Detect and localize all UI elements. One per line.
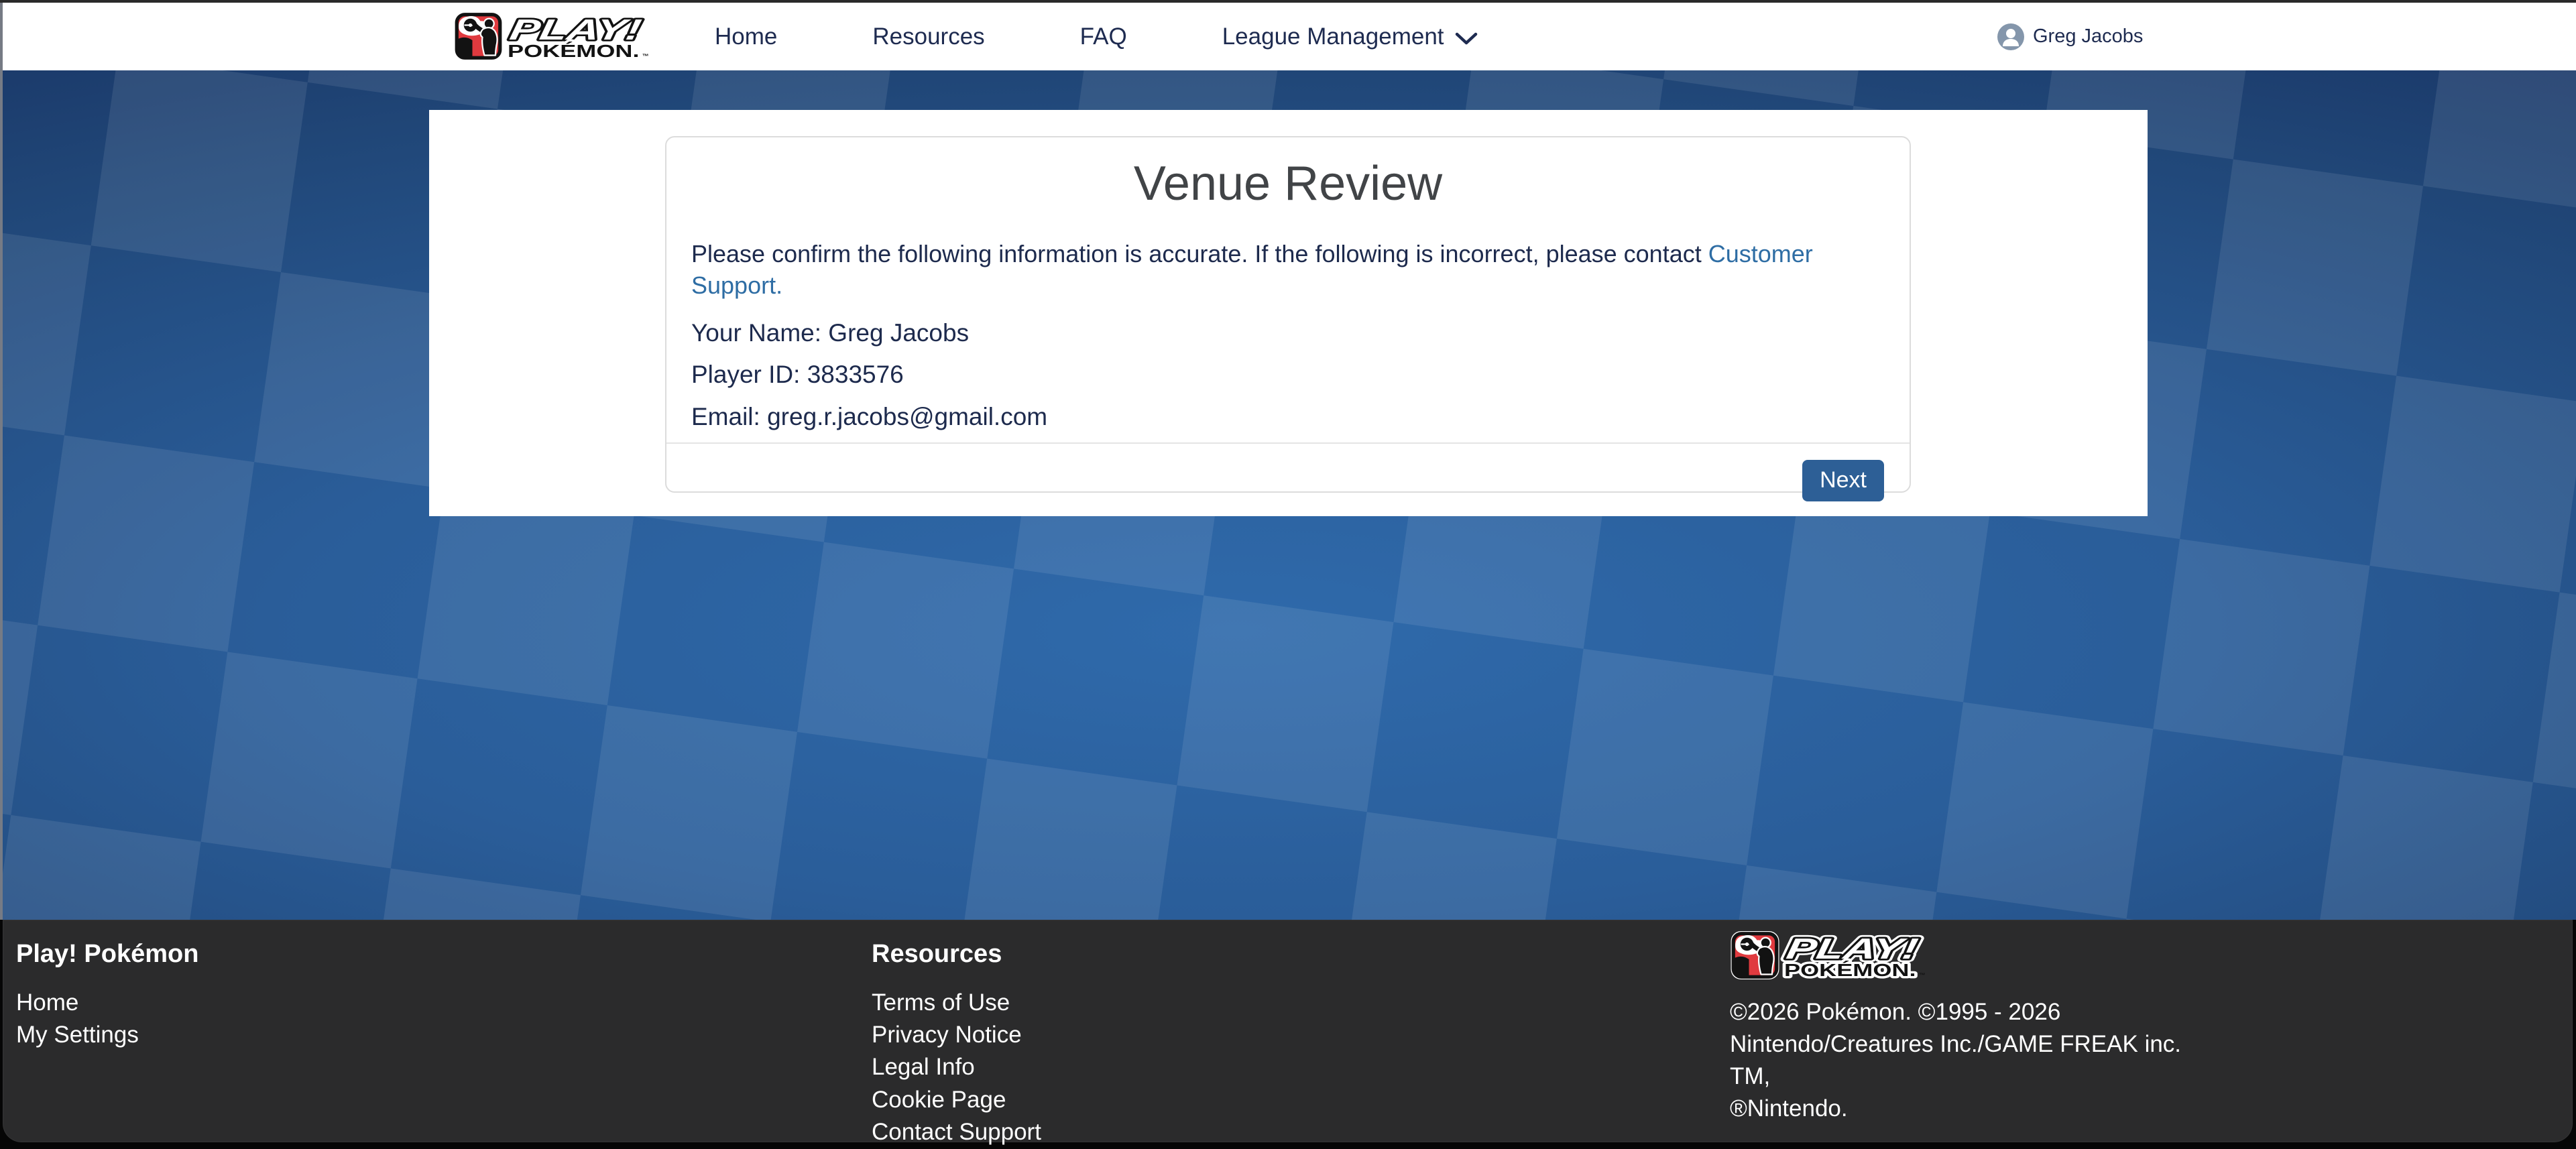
logo-pokemon-text: POKÉMON. [508,42,640,61]
player-info: Your Name: Greg Jacobs Player ID: 383357… [691,317,1885,432]
footer-link-privacy-notice[interactable]: Privacy Notice [872,1019,1041,1051]
footer-link-legal-info[interactable]: Legal Info [872,1051,1041,1083]
player-name-row: Your Name: Greg Jacobs [691,317,1885,349]
confirmation-text: Please confirm the following information… [691,239,1885,302]
play-pokemon-logo: PLAY! PLAY! POKÉMON. POKÉMON. ™ [1730,930,1931,981]
footer-column-resources: Resources Terms of Use Privacy Notice Le… [872,940,1041,1148]
nav-item-faq[interactable]: FAQ [1080,23,1127,50]
footer-heading-resources: Resources [872,940,1041,969]
footer-link-cookie-page[interactable]: Cookie Page [872,1084,1041,1116]
top-navigation-bar: PLAY! PLAY! POKÉMON. POKÉMON. ™ Home Res… [0,3,2576,70]
player-id-row: Player ID: 3833576 [691,359,1885,391]
window-top-edge [0,0,2576,3]
user-avatar-icon [1997,23,2024,50]
nav-item-league-management[interactable]: League Management [1222,23,1478,50]
footer-column-play-pokemon: Play! Pokémon Home My Settings [16,940,198,1051]
trainer-silhouette [481,27,497,55]
play-pokemon-logo[interactable]: PLAY! PLAY! POKÉMON. POKÉMON. ™ [453,9,654,63]
content-panel: Venue Review Please confirm the followin… [429,110,2148,516]
next-button[interactable]: Next [1802,460,1884,501]
page-title: Venue Review [666,156,1910,212]
footer-heading-play-pokemon: Play! Pokémon [16,940,198,969]
logo-icon-black-corner [457,38,473,58]
footer-link-my-settings[interactable]: My Settings [16,1019,198,1051]
player-email-row: Email: greg.r.jacobs@gmail.com [691,401,1885,433]
card-footer: Next [666,442,1910,518]
footer-link-terms-of-use[interactable]: Terms of Use [872,987,1041,1019]
nav-item-resources[interactable]: Resources [872,23,984,50]
user-name: Greg Jacobs [2033,25,2143,48]
logo-tm-mark: ™ [642,53,649,60]
nav-item-home[interactable]: Home [715,23,777,50]
svg-text:™: ™ [1919,972,1926,979]
page-footer: Play! Pokémon Home My Settings Resources… [0,920,2576,1149]
venue-review-card: Venue Review Please confirm the followin… [665,136,1911,493]
svg-text:PLAY!: PLAY! [1784,933,1921,966]
window-left-edge [0,0,3,920]
copyright-text: ©2026 Pokémon. ©1995 - 2026 Nintendo/Cre… [1730,996,2213,1125]
primary-nav: Home Resources FAQ League Management [715,3,1478,70]
svg-text:POKÉMON.: POKÉMON. [1784,961,1916,980]
play-pokemon-venue-review-page: PLAY! PLAY! POKÉMON. POKÉMON. ™ Home Res… [0,0,2576,1149]
user-menu[interactable]: Greg Jacobs [1997,3,2143,70]
footer-panel: Play! Pokémon Home My Settings Resources… [3,920,2573,1142]
chevron-down-icon [1455,32,1478,46]
footer-link-contact-support[interactable]: Contact Support [872,1116,1041,1148]
footer-link-home[interactable]: Home [16,987,198,1019]
footer-column-legal: PLAY! PLAY! POKÉMON. POKÉMON. ™ ©2026 Po… [1730,930,2213,1125]
card-body: Please confirm the following information… [666,212,1910,442]
logo-play-text: PLAY! [508,14,644,47]
